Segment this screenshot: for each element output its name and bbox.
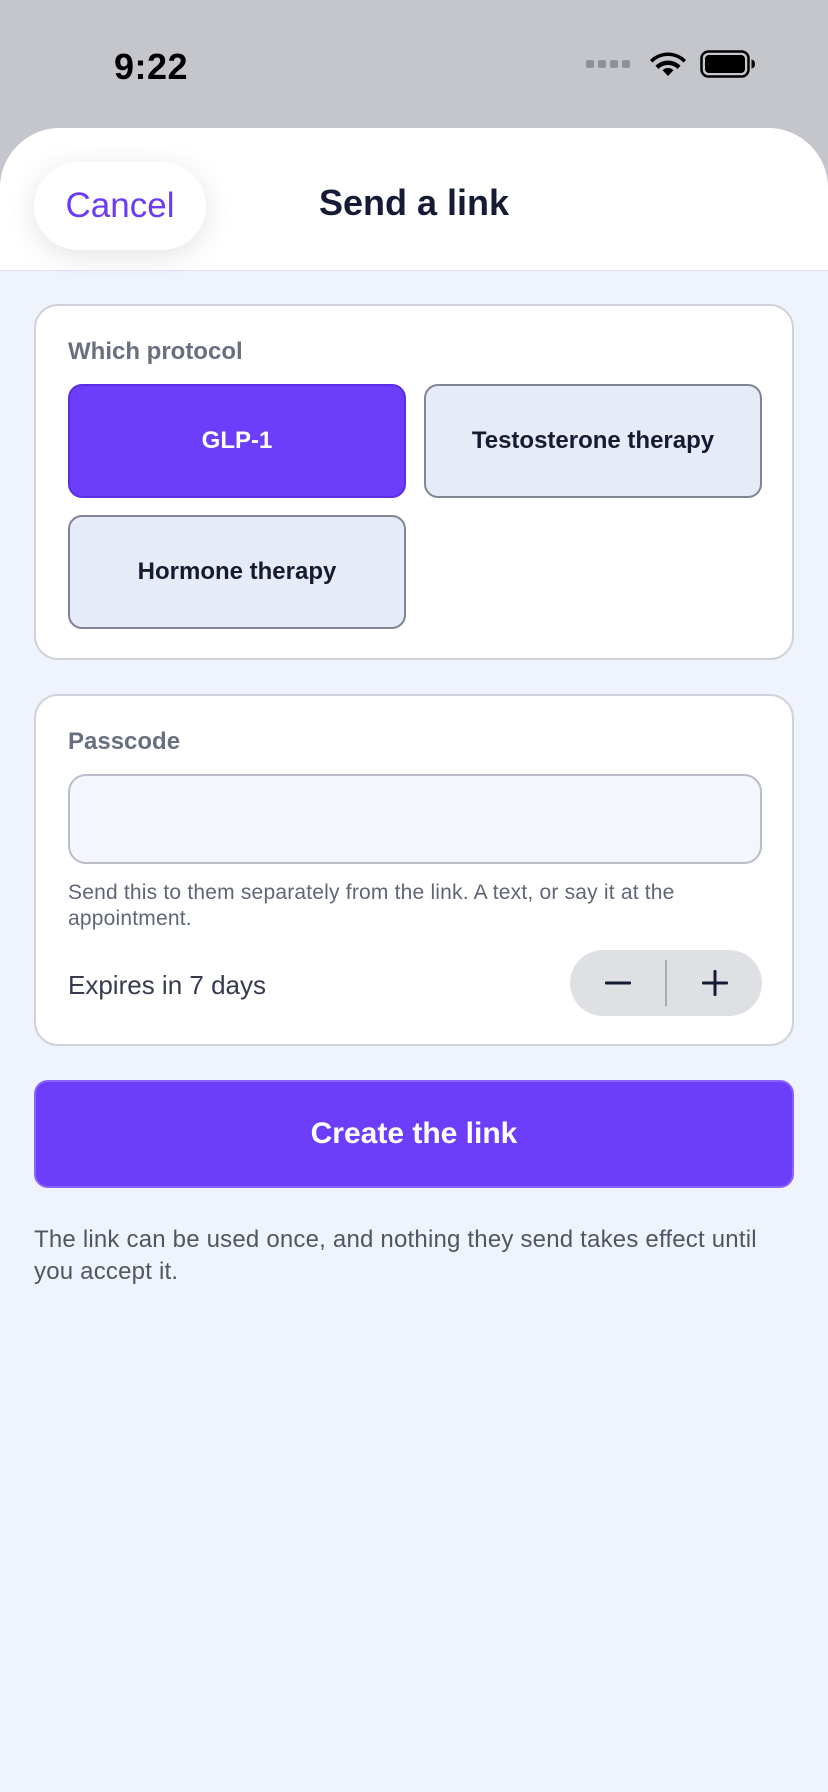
protocol-option-testosterone[interactable]: Testosterone therapy	[424, 384, 762, 498]
footnote: The link can be used once, and nothing t…	[34, 1226, 757, 1285]
create-link-button[interactable]: Create the link	[34, 1080, 794, 1188]
expiry-stepper	[570, 950, 762, 1016]
cellular-signal-icon	[586, 60, 630, 68]
plus-icon	[701, 970, 728, 996]
status-time: 9:22	[114, 46, 189, 87]
protocol-option-hormone[interactable]: Hormone therapy	[68, 515, 406, 629]
minus-icon	[604, 981, 631, 985]
battery-icon	[700, 50, 755, 78]
protocol-card: Which protocol GLP-1 Testosterone therap…	[34, 304, 794, 660]
status-bar: 9:22	[0, 0, 828, 130]
wifi-icon	[650, 52, 686, 76]
expires-label: Expires in 7 days	[68, 970, 266, 1000]
send-link-sheet: Cancel Send a link Which protocol GLP-1 …	[0, 128, 828, 1792]
increment-button[interactable]	[667, 950, 762, 1016]
protocol-label: Which protocol	[68, 338, 243, 365]
passcode-label: Passcode	[68, 728, 181, 755]
status-icons	[586, 50, 756, 78]
passcode-hint: Send this to them separately from the li…	[68, 881, 675, 930]
sheet-header: Cancel Send a link	[0, 128, 828, 271]
passcode-card: Passcode Send this to them separately fr…	[34, 694, 794, 1046]
decrement-button[interactable]	[570, 950, 665, 1016]
page-title: Send a link	[318, 182, 510, 223]
passcode-input[interactable]	[68, 774, 762, 864]
protocol-option-glp1[interactable]: GLP-1	[68, 384, 406, 498]
